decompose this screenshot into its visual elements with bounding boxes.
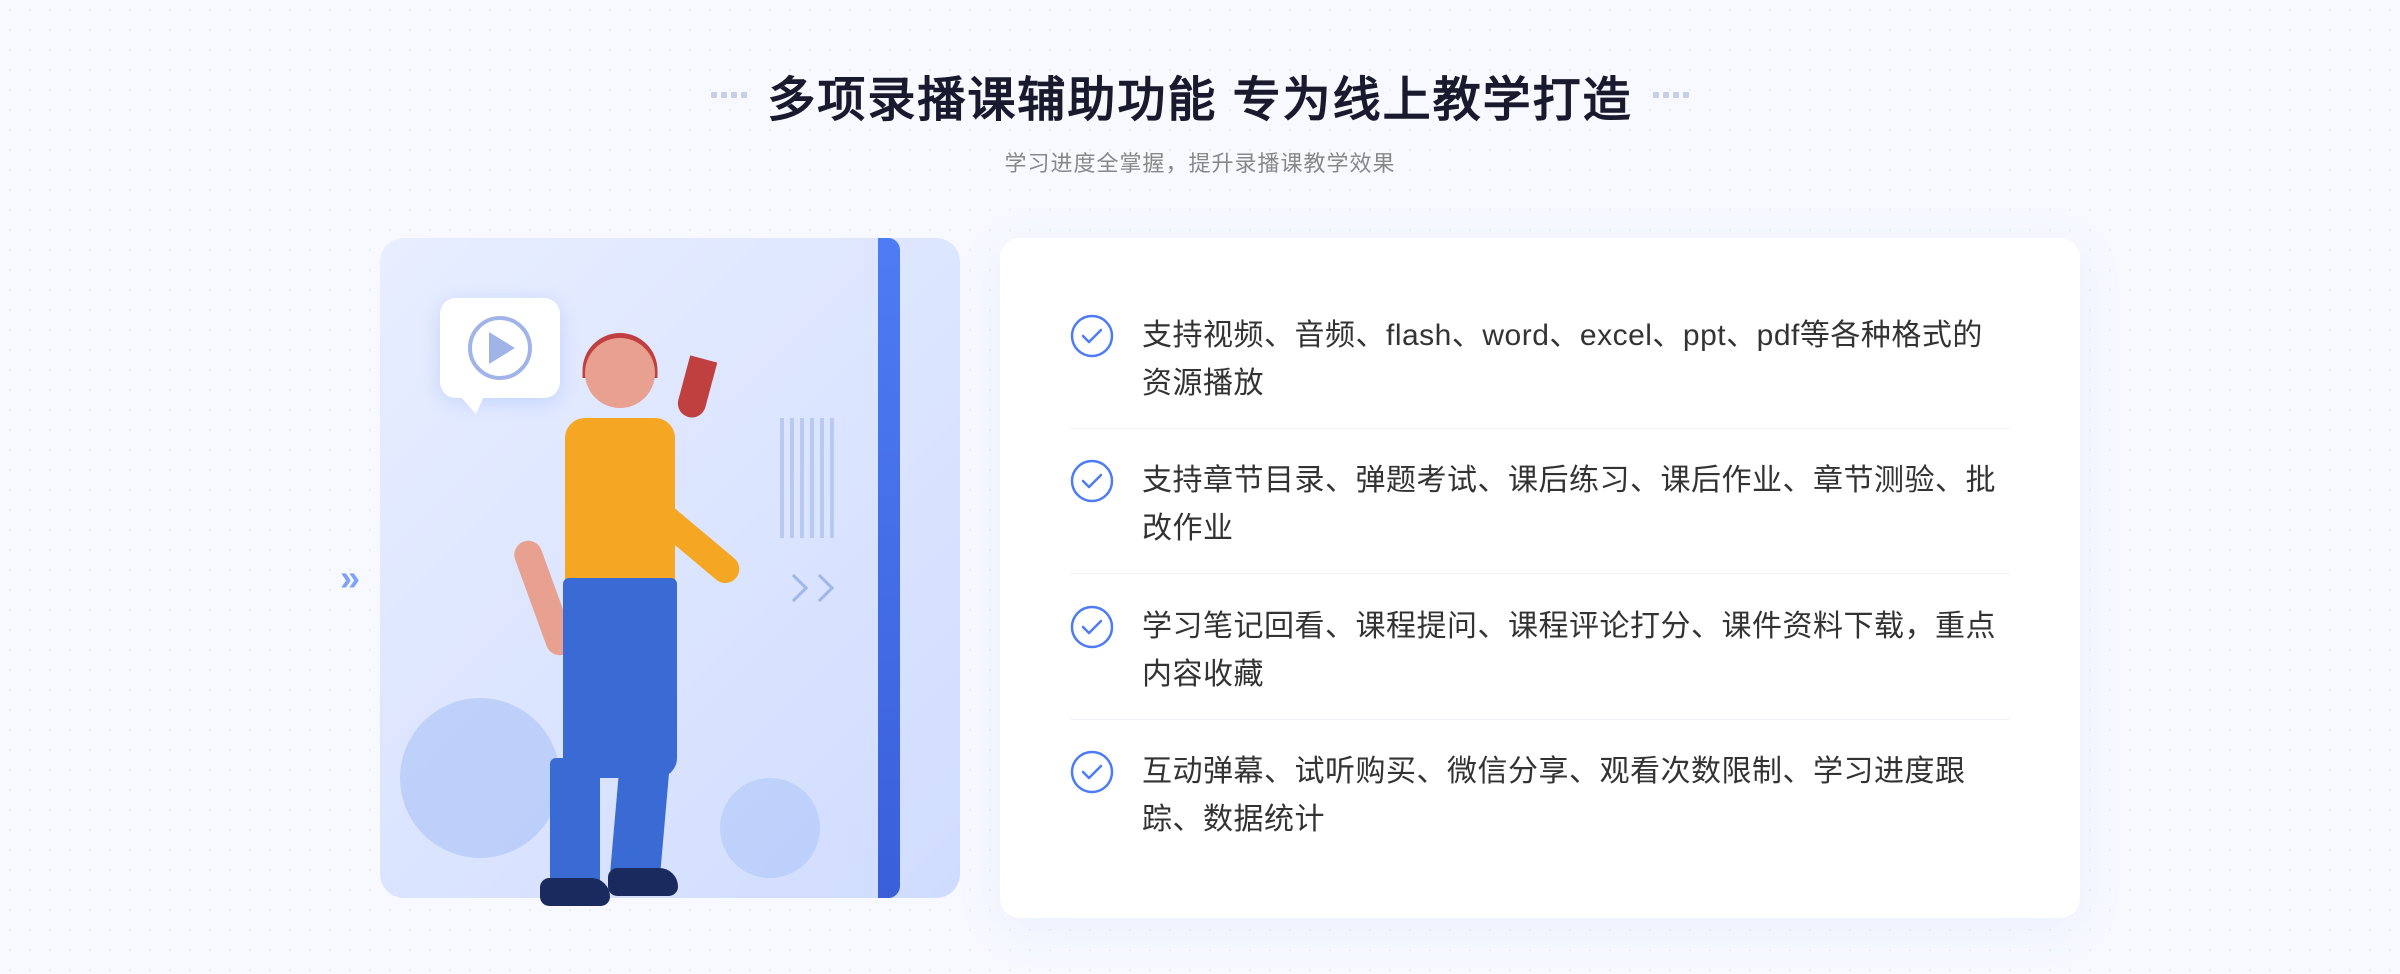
content-area: » (320, 218, 2080, 938)
title-row: 多项录播课辅助功能 专为线上教学打造 (711, 60, 1688, 130)
arrow-left-icon: » (340, 557, 360, 599)
feature-item-4: 互动弹幕、试听购买、微信分享、观看次数限制、学习进度跟踪、数据统计 (1070, 728, 2010, 864)
check-icon-3 (1070, 605, 1114, 649)
chevron-icon-2 (806, 574, 834, 602)
figure-leg-right (610, 756, 670, 880)
feature-text-2: 支持章节目录、弹题考试、课后练习、课后作业、章节测验、批改作业 (1142, 457, 2010, 553)
page-subtitle: 学习进度全掌握，提升录播课教学效果 (711, 146, 1688, 178)
figure-shoe-left (540, 878, 610, 906)
deco-chevrons (784, 578, 830, 598)
feature-item-3: 学习笔记回看、课程提问、课程评论打分、课件资料下载，重点内容收藏 (1070, 583, 2010, 720)
page-title: 多项录播课辅助功能 专为线上教学打造 (767, 60, 1632, 130)
accent-bar (878, 238, 900, 898)
figure-pants (563, 578, 677, 778)
feature-item-2: 支持章节目录、弹题考试、课后练习、课后作业、章节测验、批改作业 (1070, 437, 2010, 574)
check-icon-4 (1070, 750, 1114, 794)
figure-shoe-right (608, 868, 678, 896)
feature-item-1: 支持视频、音频、flash、word、excel、ppt、pdf等各种格式的资源… (1070, 292, 2010, 429)
figure-body (565, 418, 675, 598)
left-illustration: » (320, 218, 1000, 938)
feature-text-4: 互动弹幕、试听购买、微信分享、观看次数限制、学习进度跟踪、数据统计 (1142, 748, 2010, 844)
check-icon-1 (1070, 314, 1114, 358)
features-panel: 支持视频、音频、flash、word、excel、ppt、pdf等各种格式的资源… (1000, 238, 2080, 918)
title-decorator-right (1653, 92, 1689, 98)
page-container: 多项录播课辅助功能 专为线上教学打造 学习进度全掌握，提升录播课教学效果 (0, 0, 2400, 974)
header-section: 多项录播课辅助功能 专为线上教学打造 学习进度全掌握，提升录播课教学效果 (711, 60, 1688, 178)
figure-illustration (450, 338, 790, 918)
check-icon-2 (1070, 459, 1114, 503)
figure-head (585, 338, 655, 408)
feature-text-3: 学习笔记回看、课程提问、课程评论打分、课件资料下载，重点内容收藏 (1142, 603, 2010, 699)
feature-text-1: 支持视频、音频、flash、word、excel、ppt、pdf等各种格式的资源… (1142, 312, 2010, 408)
figure-ponytail (675, 355, 718, 420)
title-decorator-left (711, 92, 747, 98)
figure-leg-left (550, 758, 600, 888)
